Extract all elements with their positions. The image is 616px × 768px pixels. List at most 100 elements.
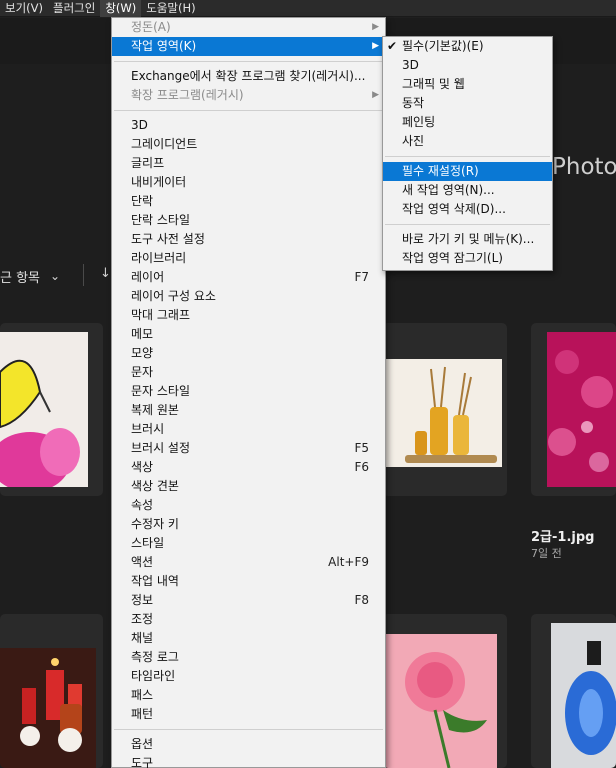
menu-item-바로-가기-키-및-메뉴[interactable]: 바로 가기 키 및 메뉴(K)... [383,230,552,249]
menu-item-작업-영역-잠그기[interactable]: 작업 영역 잠그기(L) [383,249,552,268]
recent-file-card[interactable] [0,614,103,768]
menu-item-도구[interactable]: 도구 [112,754,385,768]
menubar-item-도움말[interactable]: 도움말(H) [141,0,200,17]
menu-item-필수[interactable]: ✔ 필수(기본값)(E) [383,37,552,56]
menu-item-페인팅[interactable]: 페인팅 [383,113,552,132]
menubar-item-플러그인[interactable]: 플러그인 [48,0,100,17]
menu-item-라이브러리[interactable]: 라이브러리 [112,249,385,268]
sort-dropdown[interactable]: 근 항목 ⌄ [0,266,60,286]
menu-item-문자[interactable]: 문자 [112,363,385,382]
menu-item-label: 색상 [131,460,154,474]
menu-item-label: 문자 스타일 [131,384,191,398]
menu-separator [114,729,383,730]
menu-item-채널[interactable]: 채널 [112,629,385,648]
menu-item-label: 메모 [131,327,154,341]
submenu-arrow-icon: ▶ [372,22,379,32]
menu-item-수정자-키[interactable]: 수정자 키 [112,515,385,534]
menu-item-label: 단락 스타일 [131,213,191,227]
recent-file-card[interactable] [383,323,507,496]
menu-item-작업-영역-삭제[interactable]: 작업 영역 삭제(D)... [383,200,552,219]
app-title: Photo [552,154,616,180]
menubar-item-보기[interactable]: 보기(V) [0,0,48,17]
menu-item-label: 페인팅 [402,115,436,129]
menu-item-그래픽-및-웹[interactable]: 그래픽 및 웹 [383,75,552,94]
menu-item-label: 필수(기본값)(E) [402,39,484,53]
menu-item-레이어-구성-요소[interactable]: 레이어 구성 요소 [112,287,385,306]
menu-item-label: 작업 영역 삭제(D)... [402,202,506,216]
menu-item-exchange에서-확장-프로그램-찾기[interactable]: Exchange에서 확장 프로그램 찾기(레거시)... [112,67,385,86]
menu-item-레이어[interactable]: 레이어 F7 [112,268,385,287]
menu-item-사진[interactable]: 사진 [383,132,552,151]
menu-item-label: 3D [131,118,148,132]
submenu-arrow-icon: ▶ [372,90,379,100]
menu-item-색상[interactable]: 색상 F6 [112,458,385,477]
menu-item-스타일[interactable]: 스타일 [112,534,385,553]
sort-direction-icon[interactable]: ↓ [100,266,111,281]
menu-item-속성[interactable]: 속성 [112,496,385,515]
menu-item-label: 패턴 [131,707,154,721]
menu-item-3d[interactable]: 3D [383,56,552,75]
menu-item-문자-스타일[interactable]: 문자 스타일 [112,382,385,401]
menu-item-모양[interactable]: 모양 [112,344,385,363]
menu-item-타임라인[interactable]: 타임라인 [112,667,385,686]
menubar-item-창[interactable]: 창(W) [100,0,142,17]
menu-item-조정[interactable]: 조정 [112,610,385,629]
shortcut-label: F6 [354,460,369,474]
menu-item-label: 확장 프로그램(레거시) [131,88,244,102]
menu-separator [385,156,550,157]
recent-file-card[interactable] [531,323,616,496]
menu-item-단락[interactable]: 단락 [112,192,385,211]
menu-item-정돈[interactable]: 정돈(A) ▶ [112,18,385,37]
menu-item-막대-그래프[interactable]: 막대 그래프 [112,306,385,325]
menu-item-label: 정보 [131,593,154,607]
menu-item-3d[interactable]: 3D [112,116,385,135]
file-name[interactable]: 2급-1.jpg [531,526,594,545]
menu-item-동작[interactable]: 동작 [383,94,552,113]
menu-item-단락-스타일[interactable]: 단락 스타일 [112,211,385,230]
menu-item-새-작업-영역[interactable]: 새 작업 영역(N)... [383,181,552,200]
menu-item-label: 작업 영역(K) [131,39,197,53]
menu-item-label: Exchange에서 확장 프로그램 찾기(레거시)... [131,69,366,83]
menu-item-옵션[interactable]: 옵션 [112,735,385,754]
menu-item-복제-원본[interactable]: 복제 원본 [112,401,385,420]
menu-item-label: 채널 [131,631,154,645]
menu-item-label: 측정 로그 [131,650,179,664]
menu-item-label: 필수 재설정(R) [402,164,479,178]
menu-item-글리프[interactable]: 글리프 [112,154,385,173]
menu-item-브러시[interactable]: 브러시 [112,420,385,439]
menu-item-label: 단락 [131,194,154,208]
menu-item-label: 막대 그래프 [131,308,191,322]
menu-item-측정-로그[interactable]: 측정 로그 [112,648,385,667]
menu-item-필수-재설정[interactable]: 필수 재설정(R) [383,162,552,181]
menu-item-label: 정돈(A) [131,20,171,34]
perfume-thumbnail [551,623,616,768]
menu-item-확장-프로그램[interactable]: 확장 프로그램(레거시) ▶ [112,86,385,105]
menu-item-label: 조정 [131,612,154,626]
recent-file-card[interactable] [0,323,103,496]
menu-item-작업-내역[interactable]: 작업 내역 [112,572,385,591]
menu-item-패스[interactable]: 패스 [112,686,385,705]
menu-item-label: 그레이디언트 [131,137,198,151]
menu-item-label: 스타일 [131,536,165,550]
menu-item-브러시-설정[interactable]: 브러시 설정 F5 [112,439,385,458]
menu-item-label: 브러시 설정 [131,441,191,455]
menu-item-정보[interactable]: 정보 F8 [112,591,385,610]
diffuser-thumbnail [385,359,502,467]
menu-item-메모[interactable]: 메모 [112,325,385,344]
menu-item-색상-견본[interactable]: 색상 견본 [112,477,385,496]
menu-item-패턴[interactable]: 패턴 [112,705,385,724]
menu-item-label: 레이어 [131,270,165,284]
menu-item-도구-사전-설정[interactable]: 도구 사전 설정 [112,230,385,249]
menu-item-label: 수정자 키 [131,517,179,531]
menu-item-그레이디언트[interactable]: 그레이디언트 [112,135,385,154]
menu-item-label: 3D [402,58,419,72]
menu-item-작업-영역[interactable]: 작업 영역(K) ▶ [112,37,385,56]
recent-file-card[interactable] [383,614,507,768]
menu-item-label: 라이브러리 [131,251,187,265]
checkmark-icon: ✔ [387,39,398,53]
menu-item-label: 문자 [131,365,154,379]
menu-item-내비게이터[interactable]: 내비게이터 [112,173,385,192]
shortcut-label: Alt+F9 [328,555,369,569]
menu-item-액션[interactable]: 액션 Alt+F9 [112,553,385,572]
recent-file-card[interactable] [531,614,616,768]
